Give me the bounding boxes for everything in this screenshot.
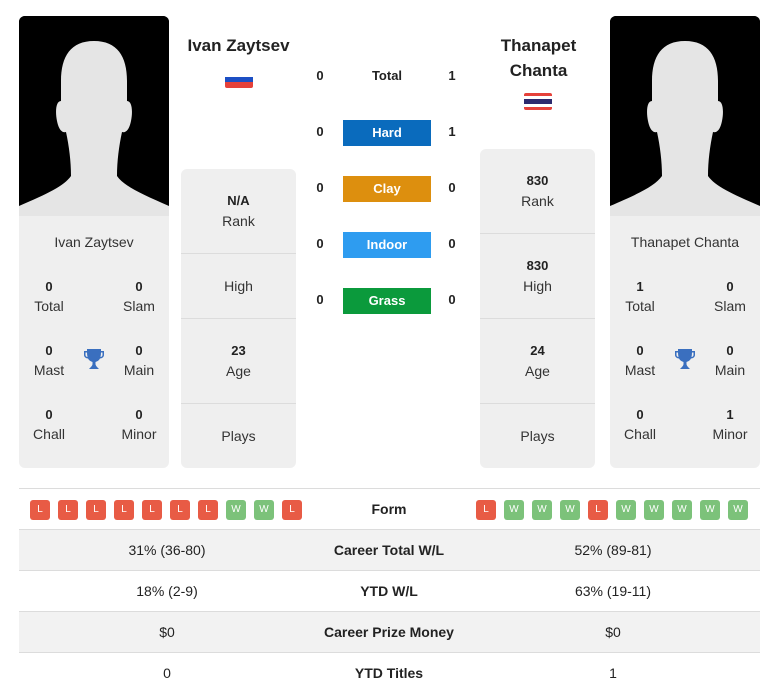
player1-form-badge-loss[interactable]: L — [86, 500, 106, 520]
player2-plays: Plays — [520, 428, 555, 444]
player2-rank: 830 Rank — [480, 149, 595, 234]
player2-name-label: Thanapet Chanta — [630, 234, 740, 250]
player1-rank: N/A Rank — [181, 169, 296, 254]
stat-row-career-wl: 31% (36-80) Career Total W/L 52% (89-81) — [19, 530, 760, 571]
h2h-grass-row: 0 Grass 0 — [310, 288, 470, 314]
h2h-total-left: 0 — [316, 68, 324, 83]
player1-total-titles: 0 Total — [34, 279, 64, 314]
divider — [19, 488, 760, 489]
russia-flag-icon — [225, 71, 253, 88]
player1-chall-titles: 0 Chall — [33, 407, 65, 442]
form-label: Form — [371, 501, 407, 517]
player2-high: 830 High — [480, 234, 595, 319]
player2-form-badge-loss[interactable]: L — [588, 500, 608, 520]
player1-plays: Plays — [221, 428, 256, 444]
player1-form-badge-loss[interactable]: L — [142, 500, 162, 520]
player2-form-badge-win[interactable]: W — [560, 500, 580, 520]
player2-form-badge-loss[interactable]: L — [476, 500, 496, 520]
player2-mast-titles: 0 Mast — [624, 343, 656, 378]
player2-chall-titles: 0 Chall — [624, 407, 656, 442]
stat-row-prize-money: $0 Career Prize Money $0 — [19, 612, 760, 653]
player1-minor-titles: 0 Minor — [121, 407, 157, 442]
player2-form-badge-win[interactable]: W — [532, 500, 552, 520]
player1-form-badge-loss[interactable]: L — [170, 500, 190, 520]
player2-photo — [610, 16, 760, 216]
h2h-clay-row: 0 Clay 0 — [310, 176, 470, 202]
player2-name-link-line1[interactable]: Thanapet — [470, 33, 607, 58]
player2-form-badge-win[interactable]: W — [728, 500, 748, 520]
player1-form-badge-loss[interactable]: L — [30, 500, 50, 520]
player1-titles-card: Ivan Zaytsev 0 Total 0 Slam 0 Mast 0 Mai… — [19, 216, 169, 468]
player2-header: Thanapet Chanta — [470, 33, 607, 83]
player1-info-card: N/A Rank High 23 Age Plays — [181, 169, 296, 468]
player1-form-badge-loss[interactable]: L — [198, 500, 218, 520]
player1-form-badge-loss[interactable]: L — [282, 500, 302, 520]
player2-form-badge-win[interactable]: W — [644, 500, 664, 520]
player2-minor-titles: 1 Minor — [712, 407, 748, 442]
player1-form-badge-win[interactable]: W — [226, 500, 246, 520]
player1-high: High — [181, 254, 296, 319]
player1-header: Ivan Zaytsev — [170, 33, 307, 58]
indoor-surface-badge: Indoor — [343, 232, 431, 258]
hard-surface-badge: Hard — [343, 120, 431, 146]
player2-info-card: 830 Rank 830 High 24 Age Plays — [480, 149, 595, 468]
player1-name-link[interactable]: Ivan Zaytsev — [170, 33, 307, 58]
h2h-total-right: 1 — [448, 68, 456, 83]
stat-row-ytd-wl: 18% (2-9) YTD W/L 63% (19-11) — [136, 583, 651, 599]
silhouette-icon — [19, 16, 169, 216]
thailand-flag-icon — [524, 93, 552, 110]
player2-form-badge-win[interactable]: W — [700, 500, 720, 520]
player1-main-titles: 0 Main — [123, 343, 155, 378]
player2-age: 24 Age — [480, 319, 595, 404]
player1-photo — [19, 16, 169, 216]
stat-row-ytd-titles: 0 YTD Titles 1 — [163, 665, 617, 681]
trophy-icon — [84, 349, 104, 369]
form-row: LLLLLLLWWL Form LWWWLWWWWW — [19, 490, 760, 530]
player1-mast-titles: 0 Mast — [33, 343, 65, 378]
clay-surface-badge: Clay — [343, 176, 431, 202]
silhouette-icon — [610, 16, 760, 216]
h2h-total-row: 0 Total 1 — [310, 64, 470, 90]
h2h-hard-row: 0 Hard 1 — [310, 120, 470, 146]
player1-slam-titles: 0 Slam — [123, 279, 155, 314]
grass-surface-badge: Grass — [343, 288, 431, 314]
player1-age: 23 Age — [181, 319, 296, 404]
player1-form-badge-loss[interactable]: L — [58, 500, 78, 520]
trophy-icon — [675, 349, 695, 369]
h2h-total-label: Total — [371, 68, 403, 83]
player1-form-badge-loss[interactable]: L — [114, 500, 134, 520]
player1-form-badge-win[interactable]: W — [254, 500, 274, 520]
player2-main-titles: 0 Main — [714, 343, 746, 378]
player2-form-badge-win[interactable]: W — [672, 500, 692, 520]
h2h-indoor-row: 0 Indoor 0 — [310, 232, 470, 258]
player2-form-badge-win[interactable]: W — [616, 500, 636, 520]
player2-slam-titles: 0 Slam — [714, 279, 746, 314]
player2-titles-card: Thanapet Chanta 1 Total 0 Slam 0 Mast 0 … — [610, 216, 760, 468]
player2-total-titles: 1 Total — [625, 279, 655, 314]
player1-name-label: Ivan Zaytsev — [54, 234, 134, 250]
player2-form-badge-win[interactable]: W — [504, 500, 524, 520]
player2-name-link-line2[interactable]: Chanta — [470, 58, 607, 83]
